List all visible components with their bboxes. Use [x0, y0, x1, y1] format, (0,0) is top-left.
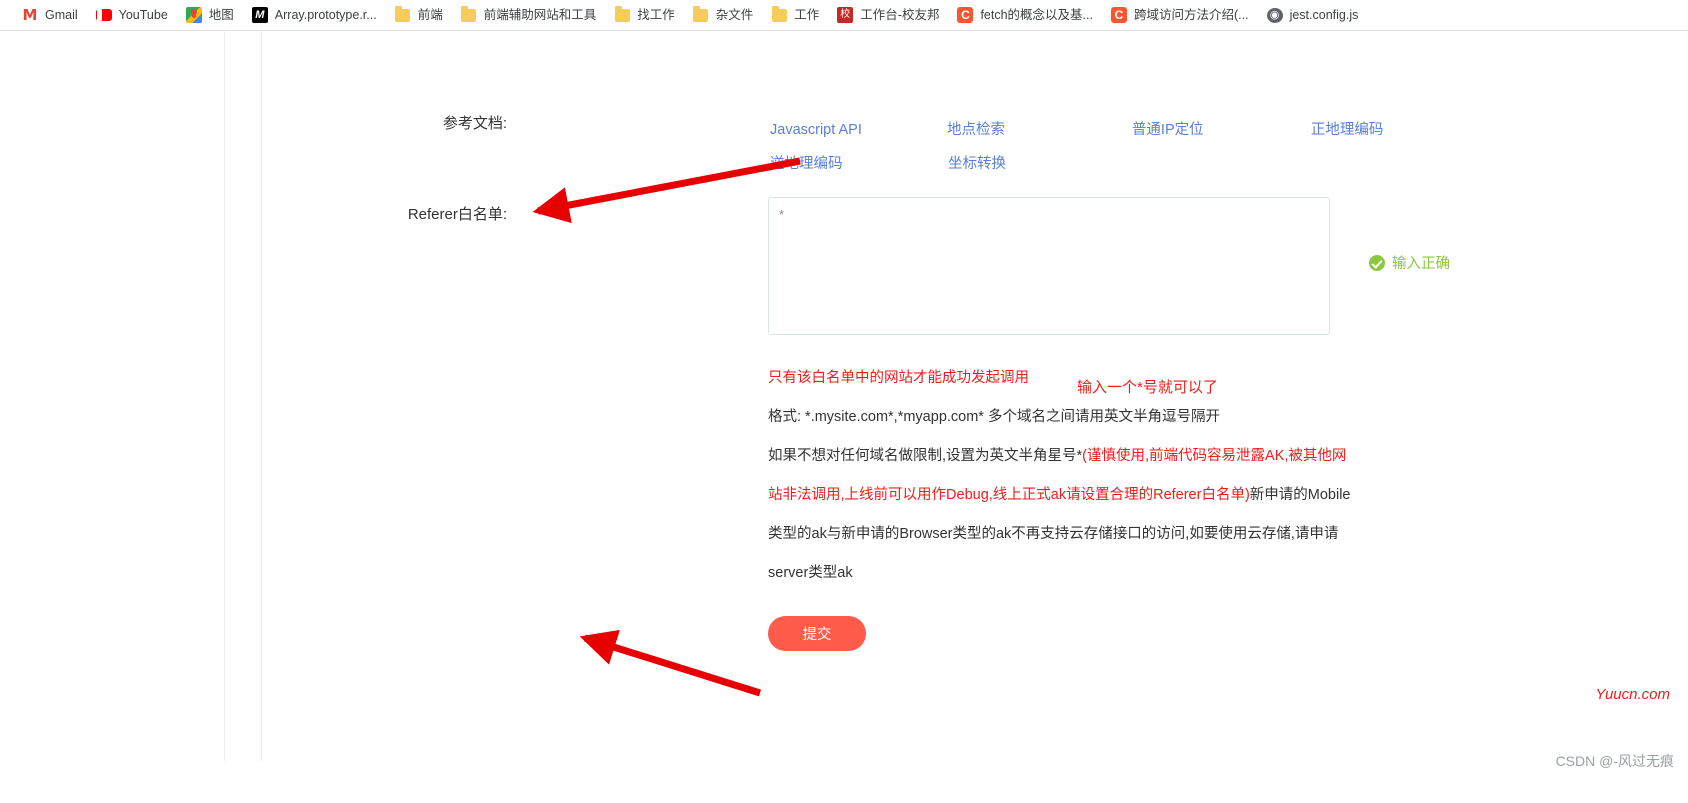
- bookmark-label: Array.prototype.r...: [274, 8, 377, 22]
- validation-status: 输入正确: [1369, 252, 1450, 273]
- doc-link-ip-location[interactable]: 普通IP定位: [1132, 113, 1311, 147]
- bookmark-label: YouTube: [118, 8, 168, 22]
- bookmark-label: jest.config.js: [1289, 8, 1359, 22]
- watermark-csdn: CSDN @-风过无痕: [1555, 753, 1674, 769]
- globe-icon: ◉: [1266, 7, 1283, 23]
- hint-line-format: 格式: *.mysite.com*,*myapp.com* 多个域名之间请用英文…: [768, 409, 1220, 425]
- bookmark-label: 杂文件: [715, 8, 754, 22]
- doc-link-place-search[interactable]: 地点检索: [947, 113, 1132, 147]
- settings-form-panel: 参考文档: Javascript API 地点检索 普通IP定位 正地理编码 逆…: [262, 31, 1688, 761]
- referer-textarea-wrap: [768, 197, 1330, 340]
- hint-line-whitelist-only: 只有该白名单中的网站才能成功发起调用: [768, 370, 1029, 386]
- folder-icon: [395, 5, 411, 23]
- folder-icon: [614, 5, 630, 23]
- bookmark-folder-frontend-tools[interactable]: 前端辅助网站和工具: [453, 3, 605, 27]
- bookmark-gmail[interactable]: M Gmail: [14, 3, 86, 27]
- bookmark-label: fetch的概念以及基...: [980, 8, 1093, 22]
- google-maps-icon: [185, 7, 202, 23]
- bookmark-label: 工作: [794, 8, 820, 22]
- xiaoyoubang-icon: 校: [837, 7, 854, 23]
- submit-button[interactable]: 提交: [768, 616, 866, 651]
- bookmark-label: Gmail: [45, 8, 78, 22]
- bookmark-jest-config[interactable]: ◉ jest.config.js: [1259, 3, 1367, 27]
- bookmark-folder-jobhunt[interactable]: 找工作: [606, 3, 683, 27]
- doc-link-reverse-geocoding[interactable]: 逆地理编码: [770, 147, 948, 181]
- doc-link-javascript-api[interactable]: Javascript API: [770, 113, 947, 147]
- folder-icon: [771, 5, 787, 23]
- annotation-text-wildcard: 输入一个*号就可以了: [1077, 379, 1218, 396]
- bookmark-label: 地图: [208, 8, 234, 22]
- bookmark-label: 跨域访问方法介绍(...: [1133, 8, 1249, 22]
- bookmark-folder-misc[interactable]: 杂文件: [685, 3, 762, 27]
- doc-links-row-2: 逆地理编码 坐标转换: [770, 147, 1470, 181]
- browser-bookmarks-bar: M Gmail YouTube 地图 M Array.prototype.r..…: [0, 0, 1688, 31]
- bookmark-label: 找工作: [637, 8, 675, 22]
- csdn-icon: C: [957, 7, 974, 23]
- page-left-gutter: [0, 31, 224, 761]
- doc-link-coordinate-convert[interactable]: 坐标转换: [948, 147, 1134, 181]
- referer-whitelist-label: Referer白名单:: [407, 206, 507, 223]
- bookmark-youtube[interactable]: YouTube: [88, 3, 176, 27]
- bookmark-maps[interactable]: 地图: [178, 3, 242, 27]
- bookmark-folder-work[interactable]: 工作: [763, 3, 827, 27]
- validation-message-text: 输入正确: [1392, 256, 1450, 272]
- bookmark-label: 工作台-校友邦: [860, 8, 940, 22]
- youtube-icon: [95, 7, 112, 23]
- watermark-yuucn: Yuucn.com: [1595, 686, 1670, 703]
- check-circle-icon: [1369, 254, 1385, 271]
- hint-line-wildcard: 如果不想对任何域名做限制,设置为英文半角星号*(谨慎使用,前端代码容易泄露AK,…: [768, 437, 1356, 593]
- folder-icon: [693, 5, 709, 23]
- bookmark-fetch-article[interactable]: C fetch的概念以及基...: [949, 3, 1101, 27]
- hint-wildcard-black-a: 如果不想对任何域名做限制,设置为英文半角星号*: [768, 448, 1083, 464]
- bookmark-cors-article[interactable]: C 跨域访问方法介绍(...: [1103, 3, 1257, 27]
- csdn-icon: C: [1110, 7, 1127, 23]
- gmail-icon: M: [22, 6, 38, 24]
- referer-whitelist-input[interactable]: [768, 197, 1330, 335]
- mdn-icon: M: [251, 7, 268, 23]
- reference-docs-links: Javascript API 地点检索 普通IP定位 正地理编码 逆地理编码 坐…: [770, 113, 1470, 181]
- bookmark-folder-frontend[interactable]: 前端: [387, 3, 451, 27]
- doc-links-row-1: Javascript API 地点检索 普通IP定位 正地理编码: [770, 113, 1470, 147]
- bookmark-xiaoyoubang[interactable]: 校 工作台-校友邦: [829, 3, 947, 27]
- folder-icon: [461, 5, 477, 23]
- panel-left-border: [224, 31, 225, 761]
- bookmark-label: 前端辅助网站和工具: [483, 8, 597, 22]
- doc-link-geocoding[interactable]: 正地理编码: [1311, 113, 1470, 147]
- reference-docs-label: 参考文档:: [442, 115, 507, 132]
- bookmark-array-prototype[interactable]: M Array.prototype.r...: [244, 3, 385, 27]
- page-content: 参考文档: Javascript API 地点检索 普通IP定位 正地理编码 逆…: [0, 31, 1688, 803]
- referer-hint-block: 只有该白名单中的网站才能成功发起调用 格式: *.mysite.com*,*my…: [768, 359, 1368, 593]
- bookmark-label: 前端: [417, 8, 443, 22]
